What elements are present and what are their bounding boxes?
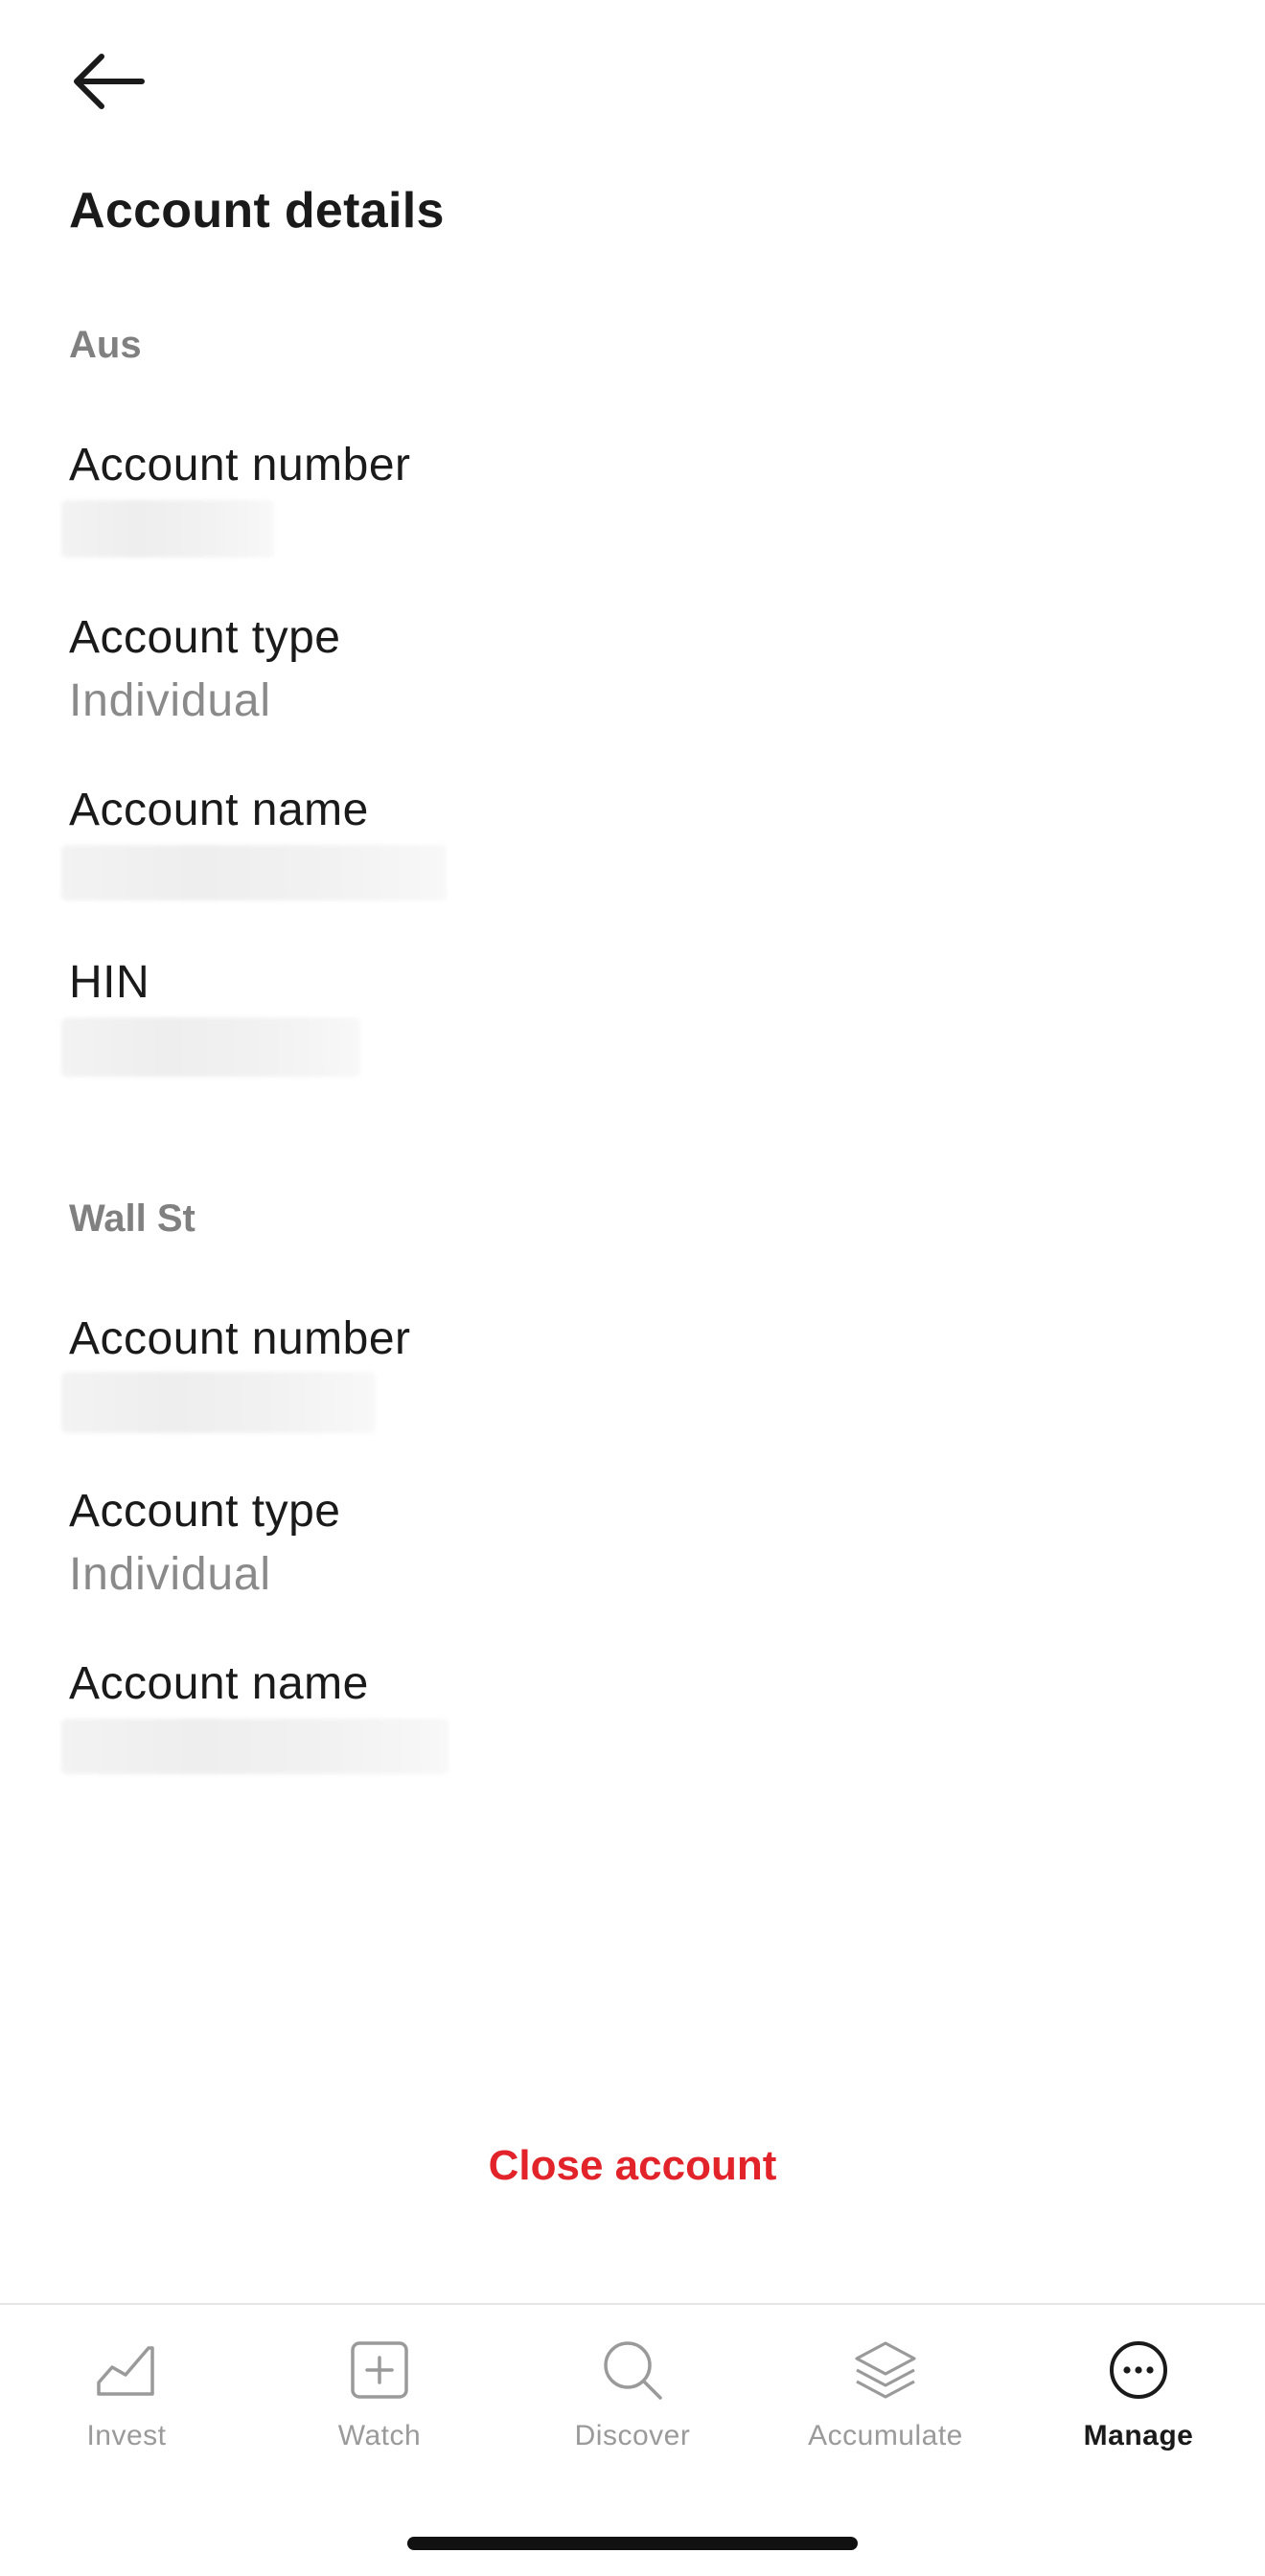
- tab-accumulate[interactable]: Accumulate: [759, 2334, 1012, 2477]
- aus-account-name-redacted: [61, 845, 447, 900]
- tab-watch[interactable]: Watch: [253, 2334, 506, 2477]
- search-icon: [596, 2334, 669, 2406]
- wallst-account-type-value: Individual: [69, 1549, 271, 1600]
- close-account-button[interactable]: Close account: [0, 2142, 1265, 2190]
- tab-invest-label: Invest: [86, 2420, 167, 2451]
- wallst-account-number-label: Account number: [69, 1313, 411, 1364]
- aus-hin-redacted: [61, 1017, 360, 1077]
- aus-account-type-label: Account type: [69, 612, 341, 663]
- plus-square-icon: [343, 2334, 416, 2406]
- more-circle-icon: [1102, 2334, 1175, 2406]
- tab-discover[interactable]: Discover: [506, 2334, 759, 2477]
- tab-manage-label: Manage: [1083, 2420, 1194, 2451]
- tab-discover-label: Discover: [574, 2420, 691, 2451]
- wallst-account-name-label: Account name: [69, 1658, 369, 1709]
- tab-accumulate-label: Accumulate: [808, 2420, 963, 2451]
- tab-watch-label: Watch: [337, 2420, 422, 2451]
- aus-account-name-label: Account name: [69, 785, 369, 835]
- account-details-screen: Account details Aus Account number Accou…: [0, 0, 1265, 2576]
- bottom-tab-bar: Invest Watch Discover Accumulate Manage: [0, 2303, 1265, 2576]
- aus-account-number-redacted: [61, 500, 274, 558]
- line-chart-icon: [90, 2334, 163, 2406]
- wallst-account-number-redacted: [61, 1372, 376, 1433]
- section-heading-wall-st: Wall St: [69, 1197, 196, 1240]
- home-indicator: [407, 2537, 858, 2550]
- section-heading-aus: Aus: [69, 324, 142, 366]
- aus-account-number-label: Account number: [69, 440, 411, 490]
- layers-icon: [849, 2334, 922, 2406]
- aus-hin-label: HIN: [69, 957, 150, 1008]
- page-title: Account details: [69, 183, 445, 239]
- arrow-left-icon: [74, 54, 145, 109]
- wallst-account-type-label: Account type: [69, 1486, 341, 1537]
- tab-manage[interactable]: Manage: [1012, 2334, 1265, 2477]
- wallst-account-name-redacted: [61, 1719, 448, 1774]
- aus-account-type-value: Individual: [69, 675, 271, 726]
- back-button[interactable]: [69, 48, 150, 115]
- tab-invest[interactable]: Invest: [0, 2334, 253, 2477]
